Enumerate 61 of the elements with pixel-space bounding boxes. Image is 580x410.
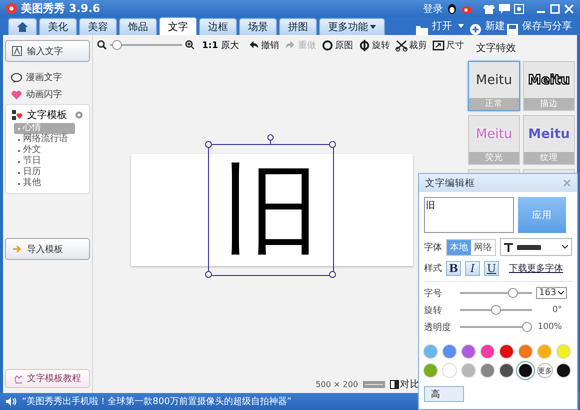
- tab[interactable]: 边框: [199, 18, 237, 35]
- underline-button[interactable]: U: [484, 261, 499, 276]
- resize-button[interactable]: 尺寸: [446, 38, 464, 52]
- tab[interactable]: 场景: [239, 18, 277, 35]
- panel-button[interactable]: 高: [424, 386, 464, 402]
- template-header[interactable]: 文字模板: [27, 108, 67, 122]
- slider-value: 100%: [536, 322, 562, 332]
- new-button[interactable]: 新建: [485, 19, 505, 33]
- tutorial-button[interactable]: 文字模板教程: [5, 369, 90, 388]
- effect-label: 正常: [469, 98, 519, 110]
- crop-button[interactable]: 裁剪: [409, 38, 427, 52]
- effect-tile[interactable]: Meitu 纹理: [523, 115, 575, 165]
- template-category[interactable]: 其他: [14, 178, 75, 189]
- save-button[interactable]: 保存与分享: [522, 19, 572, 33]
- canvas-text[interactable]: 旧: [222, 161, 320, 259]
- import-template-button[interactable]: 导入模板: [5, 238, 90, 260]
- effect-sample: Meitu: [527, 72, 571, 90]
- input-text-button[interactable]: 输入文字: [5, 40, 90, 62]
- template-category[interactable]: 日历: [14, 167, 75, 178]
- effect-label: 荧光: [469, 152, 519, 164]
- open-button[interactable]: 打开: [432, 19, 452, 33]
- window-title: 美图秀秀 3.9.6: [21, 1, 100, 16]
- tab[interactable]: 更多功能: [319, 18, 385, 35]
- tab[interactable]: 拼图: [279, 18, 317, 35]
- effect-label: 描边: [524, 98, 574, 110]
- tab[interactable]: 文字: [159, 17, 197, 35]
- slider-label: 字号: [424, 288, 443, 300]
- effect-tile[interactable]: Meitu 正常: [468, 61, 520, 111]
- tab[interactable]: 饰品: [119, 18, 157, 35]
- template-category[interactable]: 外文: [14, 145, 75, 156]
- tab[interactable]: 美化: [39, 18, 77, 35]
- effect-tile[interactable]: Meitu 描边: [523, 61, 575, 111]
- effect-label: 纹理: [524, 152, 574, 164]
- text-input[interactable]: 旧: [424, 197, 514, 233]
- original-button[interactable]: 原图: [335, 38, 353, 52]
- undo-button[interactable]: 撤销: [261, 38, 279, 52]
- download-fonts-link[interactable]: 下载更多字体: [509, 262, 563, 275]
- slider-label: 旋转: [424, 304, 443, 316]
- style-label: 样式: [424, 262, 442, 275]
- effect-sample: Meitu: [527, 126, 571, 144]
- italic-button[interactable]: I: [465, 261, 480, 276]
- slider-value: 0°: [551, 305, 562, 315]
- bold-button[interactable]: B: [446, 261, 461, 276]
- slider-label: 透明度: [424, 322, 452, 334]
- size-dropdown[interactable]: 163: [536, 287, 568, 299]
- sidebar-item[interactable]: 动画闪字: [26, 88, 62, 101]
- rotate-button[interactable]: 旋转: [372, 38, 390, 52]
- effects-title: 文字特效: [475, 42, 517, 55]
- template-category[interactable]: 网络流行语: [14, 134, 75, 145]
- font-label: 字体: [424, 242, 442, 254]
- actual-size-button[interactable]: 1:1 原大: [202, 38, 239, 52]
- tab[interactable]: 美容: [79, 18, 117, 35]
- effect-sample: Meitu: [474, 126, 514, 144]
- panel-title: 文字编辑框: [425, 176, 475, 190]
- image-dimensions: 500 × 200: [316, 380, 358, 388]
- template-category[interactable]: 节日: [14, 156, 75, 167]
- login-link[interactable]: 登录: [423, 2, 443, 16]
- text-selection-frame[interactable]: 旧: [208, 144, 334, 276]
- font-source-toggle[interactable]: 网络: [471, 240, 495, 254]
- effect-sample: Meitu: [474, 72, 514, 90]
- sidebar-item[interactable]: 漫画文字: [26, 71, 62, 84]
